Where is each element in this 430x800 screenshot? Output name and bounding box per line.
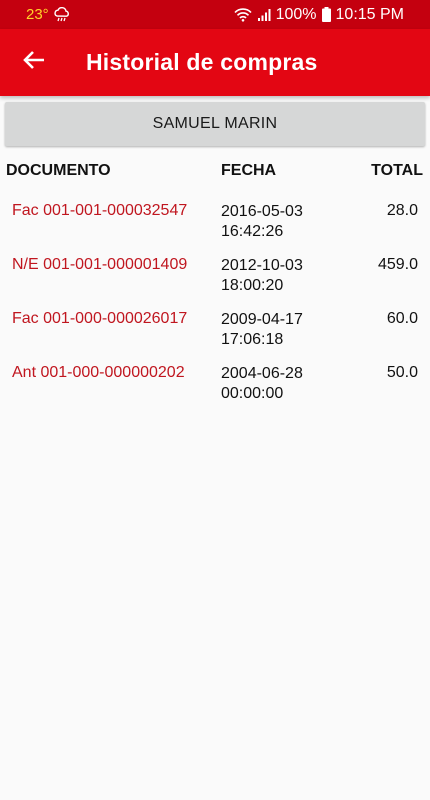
total-cell: 28.0 (386, 202, 418, 219)
table-row[interactable]: N/E 001-001-000001409 2012-10-03 18:00:2… (0, 256, 430, 310)
document-cell[interactable]: Fac 001-001-000032547 (12, 202, 187, 220)
purchase-list: Fac 001-001-000032547 2016-05-03 16:42:2… (0, 202, 430, 418)
battery-icon (321, 7, 331, 22)
column-header-fecha: FECHA (221, 162, 277, 179)
table-row[interactable]: Fac 001-001-000032547 2016-05-03 16:42:2… (0, 202, 430, 256)
date-cell: 2004-06-28 00:00:00 (221, 365, 303, 402)
temperature-text: 23° (26, 6, 49, 23)
table-row[interactable]: Ant 001-000-000000202 2004-06-28 00:00:0… (0, 364, 430, 418)
back-button[interactable] (6, 29, 62, 96)
date-cell: 2009-04-17 17:06:18 (221, 311, 303, 348)
column-header-total: TOTAL (371, 162, 423, 179)
document-cell[interactable]: N/E 001-001-000001409 (12, 256, 187, 274)
page-title: Historial de compras (86, 49, 318, 75)
status-left: 23° (26, 6, 71, 23)
wifi-icon (234, 7, 252, 22)
table-row[interactable]: Fac 001-000-000026017 2009-04-17 17:06:1… (0, 310, 430, 364)
customer-name-button[interactable]: SAMUEL MARIN (5, 102, 425, 146)
total-cell: 60.0 (386, 310, 418, 327)
table-header: DOCUMENTO FECHA TOTAL (0, 160, 430, 184)
total-cell: 50.0 (386, 364, 418, 381)
rain-cloud-icon (53, 6, 71, 23)
document-cell[interactable]: Fac 001-000-000026017 (12, 310, 187, 328)
document-cell[interactable]: Ant 001-000-000000202 (12, 364, 185, 382)
date-cell: 2016-05-03 16:42:26 (221, 203, 303, 240)
status-right: 100% 10:15 PM (234, 6, 404, 24)
date-cell: 2012-10-03 18:00:20 (221, 257, 303, 294)
column-header-documento: DOCUMENTO (6, 162, 111, 179)
total-cell: 459.0 (377, 256, 418, 273)
status-bar: 23° 100% 10:15 PM (0, 0, 430, 29)
battery-percent: 100% (275, 5, 317, 23)
arrow-left-icon (23, 50, 45, 75)
app-bar: Historial de compras (0, 29, 430, 96)
signal-icon (257, 8, 271, 22)
clock-text: 10:15 PM (335, 5, 404, 23)
